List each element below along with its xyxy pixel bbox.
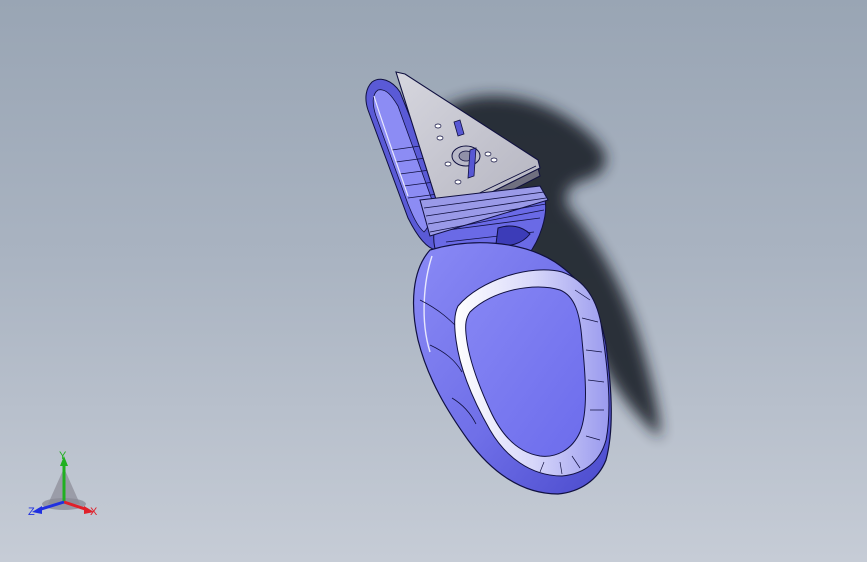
graphics-viewport[interactable]: Y X Z <box>0 0 867 562</box>
z-axis-label: Z <box>28 506 35 518</box>
x-axis-label: X <box>90 506 98 518</box>
y-axis-label: Y <box>59 450 67 462</box>
mirror-model-3d[interactable] <box>0 0 867 562</box>
orientation-triad[interactable]: Y X Z <box>22 448 106 524</box>
